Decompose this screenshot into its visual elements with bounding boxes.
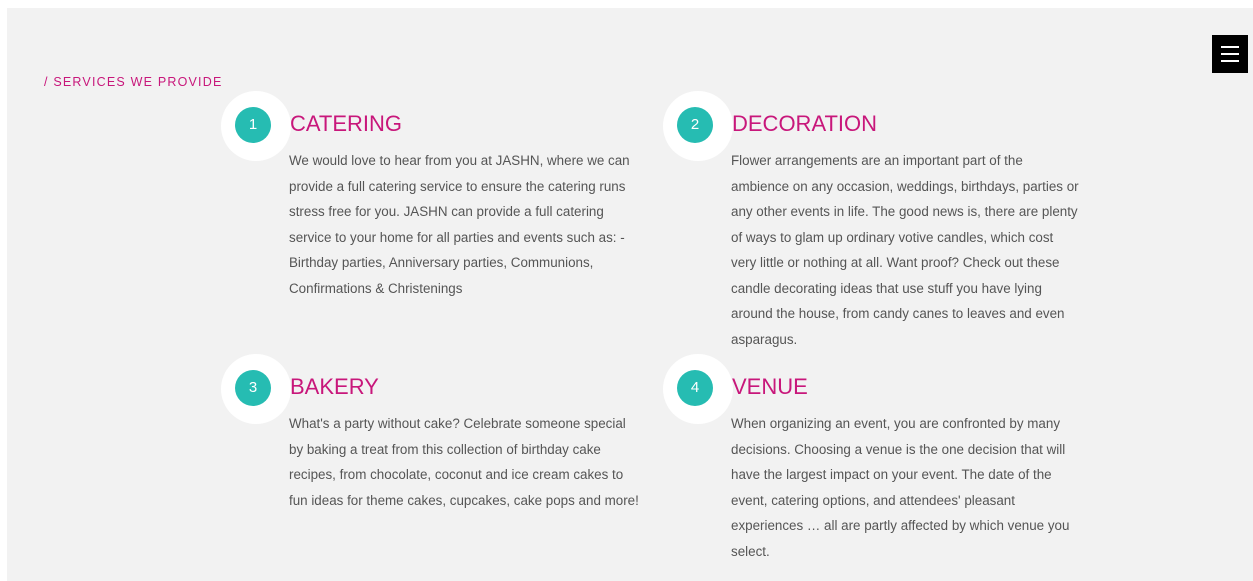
number-badge: 4 [677,370,713,406]
service-description: Flower arrangements are an important par… [731,153,1079,347]
service-title: CATERING [290,111,403,136]
service-description: What's a party without cake? Celebrate s… [289,416,639,508]
service-title: VENUE [732,374,808,399]
service-title: DECORATION [732,111,878,136]
hamburger-menu-icon[interactable] [1212,35,1248,73]
number-badge: 2 [677,107,713,143]
section-label: / SERVICES WE PROVIDE [44,75,223,89]
number-badge-ring: 3 [221,354,291,424]
service-title: BAKERY [290,374,379,399]
service-description: When organizing an event, you are confro… [731,416,1070,559]
number-badge: 3 [235,370,271,406]
number-badge: 1 [235,107,271,143]
service-description: We would love to hear from you at JASHN,… [289,153,630,296]
number-badge-ring: 2 [663,91,733,161]
number-badge-ring: 1 [221,91,291,161]
number-badge-ring: 4 [663,354,733,424]
services-page: / SERVICES WE PROVIDE 1 CATERING We woul… [7,8,1253,581]
